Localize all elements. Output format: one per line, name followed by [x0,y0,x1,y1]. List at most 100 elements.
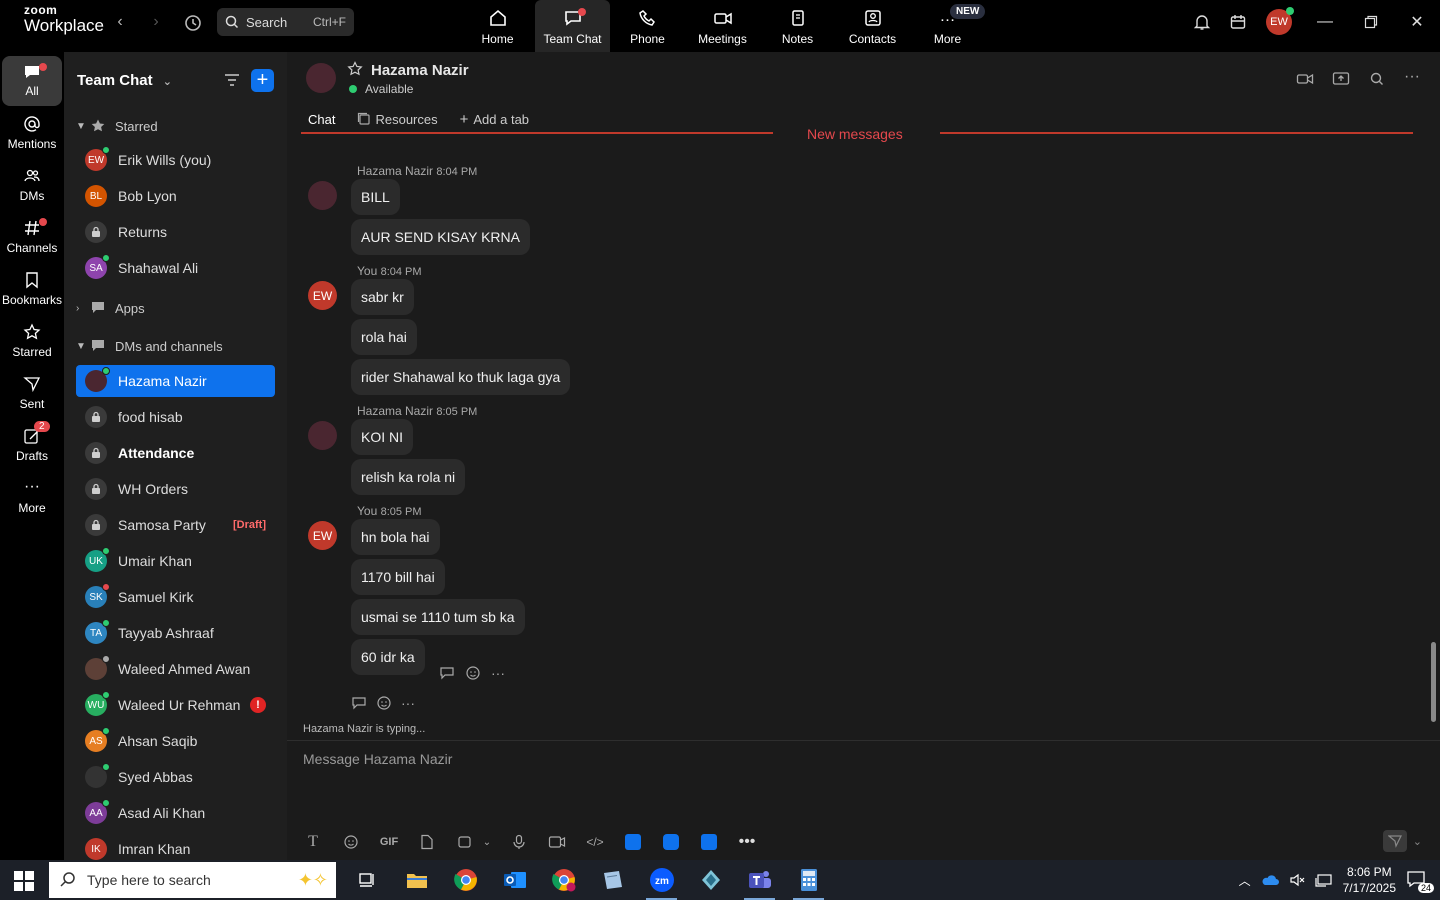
nav-contacts[interactable]: Contacts [835,0,910,52]
restore-icon[interactable] [1348,0,1394,44]
message-bubble[interactable]: usmai se 1110 tum sb ka [351,599,525,635]
nav-phone[interactable]: Phone [610,0,685,52]
windows-start-icon[interactable] [14,871,34,896]
tab-resources[interactable]: Resources [357,108,438,130]
rail-bookmarks[interactable]: Bookmarks [2,271,62,307]
notes-app-icon[interactable] [588,860,637,900]
task-view-icon[interactable] [343,860,392,900]
onedrive-icon[interactable] [1261,874,1279,886]
chat-list-item[interactable]: AA Asad Ali Khan [76,797,275,829]
reply-icon[interactable] [351,696,367,710]
video-call-icon[interactable] [1296,70,1314,88]
chat-list-item[interactable]: TA Tayyab Ashraaf [76,617,275,649]
emoji-icon[interactable] [339,831,363,853]
send-button[interactable] [1382,830,1407,852]
message-bubble[interactable]: BILL [351,179,400,215]
tab-chat[interactable]: Chat [303,108,341,135]
reply-icon[interactable] [439,666,455,680]
rail-sent[interactable]: Sent [2,375,62,411]
taskbar-search[interactable]: Type here to search ✦✧ [49,862,336,898]
message-bubble[interactable]: relish ka rola ni [351,459,466,495]
chat-list-item[interactable]: IK Imran Khan [76,833,275,860]
filter-icon[interactable] [222,70,242,90]
minimize-icon[interactable]: — [1302,0,1348,44]
search-box[interactable]: Search Ctrl+F [217,8,354,36]
star-outline-icon[interactable] [347,61,363,82]
chat-list-item[interactable]: BL Bob Lyon [76,180,275,212]
calculator-icon[interactable] [784,860,833,900]
rail-drafts[interactable]: 2 Drafts [2,421,62,463]
nav-notes[interactable]: Notes [760,0,835,52]
more-options-icon[interactable]: ··· [1404,69,1420,88]
message-bubble[interactable]: rola hai [351,319,417,355]
contact-name[interactable]: Hazama Nazir [371,62,469,79]
calendar-icon[interactable] [1220,0,1256,44]
message-bubble[interactable]: 1170 bill hai [351,559,445,595]
nav-home[interactable]: Home [460,0,535,52]
rail-mentions[interactable]: Mentions [2,115,62,151]
chat-list-item[interactable]: Attendance [76,437,275,469]
more-icon[interactable]: ··· [491,665,505,681]
message-bubble[interactable]: sabr kr [351,279,414,315]
sender-avatar[interactable]: EW [308,281,337,310]
section-starred[interactable]: ▼ Starred [76,118,158,134]
nav-team-chat[interactable]: Team Chat [535,0,610,52]
outlook-icon[interactable] [490,860,539,900]
message-bubble[interactable]: KOI NI [351,419,414,455]
chevron-up-icon[interactable]: ︿ [1239,872,1251,889]
contact-avatar[interactable] [306,63,336,93]
sender-avatar[interactable] [308,181,337,210]
chat-list-item[interactable]: UK Umair Khan [76,545,275,577]
code-snippet-icon[interactable]: </> [583,831,607,853]
file-icon[interactable] [415,831,439,853]
emoji-react-icon[interactable] [465,665,481,681]
format-text-icon[interactable]: T [301,831,325,853]
message-bubble[interactable]: rider Shahawal ko thuk laga gya [351,359,571,395]
chat-list-item[interactable]: EW Erik Wills (you) [76,144,275,176]
chrome-profile-icon[interactable] [539,860,588,900]
rail-starred[interactable]: Starred [2,323,62,359]
sender-avatar[interactable]: EW [308,521,337,550]
chat-list-item[interactable]: Waleed Ahmed Awan [76,653,275,685]
more-apps-icon[interactable]: ••• [735,831,759,853]
section-dms[interactable]: ▼ DMs and channels [76,338,223,354]
rail-more[interactable]: ··· More [2,479,62,516]
chevron-down-icon[interactable]: ⌄ [481,831,493,853]
video-message-icon[interactable] [545,831,569,853]
file-explorer-icon[interactable] [392,860,441,900]
chat-list-item[interactable]: AS Ahsan Saqib [76,725,275,757]
chat-list-item[interactable]: WH Orders [76,473,275,505]
more-icon[interactable]: ··· [401,695,415,711]
emoji-react-icon[interactable] [376,695,392,711]
section-apps[interactable]: › Apps [76,300,145,316]
message-bubble[interactable]: 60 idr ka [351,639,425,675]
new-chat-button[interactable]: + [251,69,274,92]
scrollbar-thumb[interactable] [1431,642,1436,722]
close-icon[interactable]: ✕ [1394,0,1440,44]
back-arrow-icon[interactable]: ‹ [110,12,130,32]
zoom-taskbar-icon[interactable]: zm [637,860,686,900]
sender-avatar[interactable] [308,421,337,450]
notification-center-icon[interactable]: 24 [1406,870,1434,893]
nav-more[interactable]: … NEW More [910,0,986,52]
message-bubble[interactable]: hn bola hai [351,519,440,555]
chat-list-item[interactable]: SK Samuel Kirk [76,581,275,613]
chat-list-item[interactable]: Returns [76,216,275,248]
search-icon[interactable] [1368,70,1386,88]
chat-list-item[interactable]: WU Waleed Ur Rehman! [76,689,275,721]
chat-list-item[interactable]: Hazama Nazir [76,365,275,397]
nav-meetings[interactable]: Meetings [685,0,760,52]
rail-all[interactable]: All [2,56,62,106]
rail-dms[interactable]: DMs [2,167,62,203]
speaker-muted-icon[interactable] [1289,873,1305,887]
app-diamond-icon[interactable] [686,860,735,900]
app-notes-icon[interactable] [621,831,645,853]
chrome-icon[interactable] [441,860,490,900]
chat-list-item[interactable]: SA Shahawal Ali [76,252,275,284]
gif-button[interactable]: GIF [377,831,401,853]
share-screen-icon[interactable] [1332,70,1350,88]
tab-add[interactable]: + Add a tab [460,108,529,130]
chat-list-item[interactable]: Syed Abbas [76,761,275,793]
screenshot-icon[interactable] [453,831,477,853]
system-clock[interactable]: 8:06 PM 7/17/2025 [1343,864,1396,896]
